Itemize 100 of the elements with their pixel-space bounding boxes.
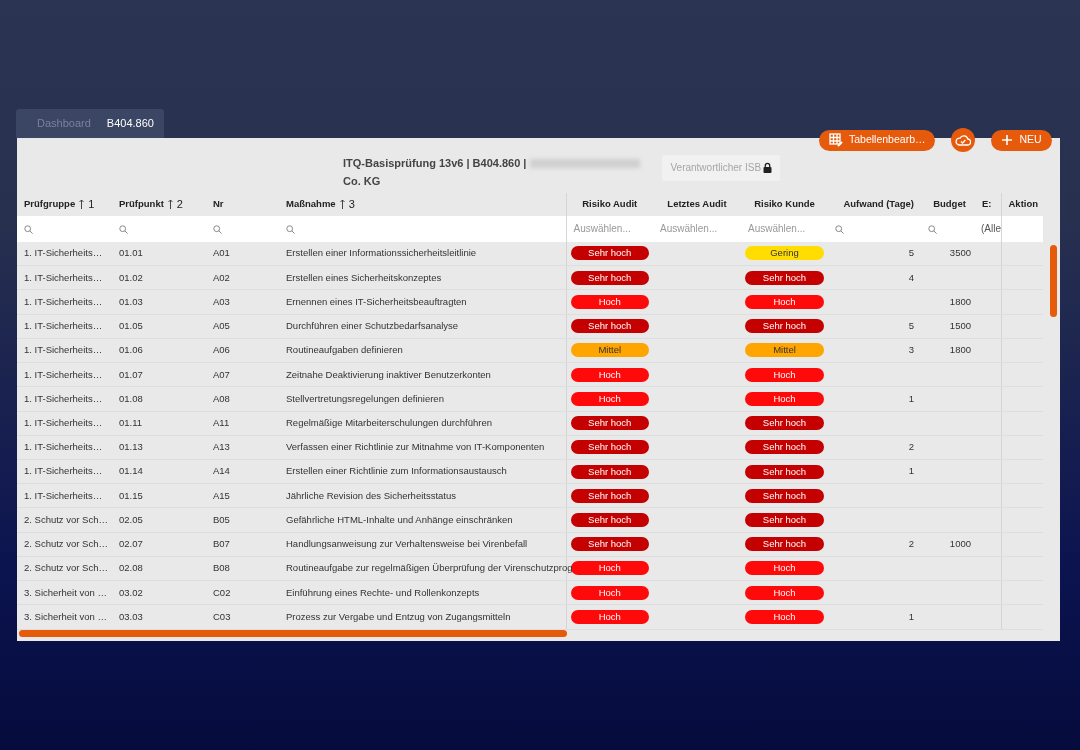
table-cell: 01.15	[119, 489, 143, 501]
table-cell: 01.13	[119, 441, 143, 453]
risk-badge: Sehr hoch	[570, 270, 649, 285]
risk-badge: Sehr hoch	[570, 319, 649, 334]
column-header[interactable]: Prüfgruppe 1	[24, 195, 95, 213]
table-cell: 01.11	[119, 417, 143, 428]
table-cell: Regelmäßige Mitarbeiterschulungen durchführen	[286, 417, 492, 428]
risk-badge: Sehr hoch	[570, 246, 649, 261]
risk-badge: Sehr hoch	[745, 488, 824, 503]
risk-badge: Sehr hoch	[570, 416, 649, 431]
page-title: ITQ-Basisprüfung 13v6 | B404.860 |	[343, 156, 527, 169]
risk-badge: Hoch	[745, 367, 824, 382]
table-cell: 3	[908, 344, 914, 356]
plus-icon	[1001, 134, 1014, 146]
new-button[interactable]: NEU	[991, 129, 1052, 151]
table-cell: 1800	[949, 295, 971, 307]
table-cell: 3. Sicherheit von …	[24, 610, 107, 622]
risk-badge: Sehr hoch	[570, 513, 649, 527]
table-cell: 01.02	[119, 271, 143, 283]
horizontal-scrollbar[interactable]	[19, 629, 567, 637]
table-cell: Durchführen einer Schutzbedarfsanalyse	[286, 320, 459, 332]
risk-badge: Mittel	[745, 343, 824, 358]
column-header[interactable]: Aufwand (Tage)	[843, 196, 914, 212]
table-cell: 01.08	[119, 392, 143, 404]
table-cell: 1500	[949, 320, 971, 332]
table-cell: 1. IT-Sicherheits…	[24, 392, 103, 404]
isb-field[interactable]: Verantwortlicher ISB	[662, 154, 781, 181]
table-cell: A06	[213, 344, 230, 356]
table-cell: 1. IT-Sicherheits…	[24, 344, 103, 356]
column-header[interactable]: E:	[982, 196, 992, 212]
table-cell: 01.06	[119, 344, 143, 356]
table-cell: 1800	[949, 344, 971, 356]
sort-up-icon	[167, 199, 173, 209]
table-cell: A15	[213, 489, 230, 501]
table-cell: B07	[213, 538, 230, 550]
table-cell: A11	[213, 417, 230, 428]
table-cell: 4	[908, 271, 914, 283]
risk-badge: Sehr hoch	[745, 270, 824, 285]
table-cell: Jährliche Revision des Sicherheitsstatus	[286, 489, 457, 501]
table-cell: A08	[213, 392, 230, 404]
table-cell: 02.07	[119, 538, 143, 550]
cloud-sync-button[interactable]	[951, 128, 976, 152]
vertical-scrollbar[interactable]	[1050, 244, 1057, 317]
table-cell: 3. Sicherheit von …	[24, 586, 107, 598]
table-cell: Verfassen einer Richtlinie zur Mitnahme von IT-Komponenten	[286, 441, 545, 453]
table-cell: A13	[213, 441, 230, 453]
table-edit-button[interactable]: Tabellenbearb…	[819, 129, 936, 151]
table-cell: 01.03	[119, 295, 143, 307]
table-cell: 02.08	[119, 562, 143, 574]
table-cell: 01.01	[119, 247, 143, 259]
table-cell: 1	[908, 610, 914, 622]
table-cell: B05	[213, 513, 230, 525]
table-cell: Erstellen einer Richtlinie zum Informationsaustausch	[286, 465, 507, 477]
table-cell: 2. Schutz vor Sch…	[24, 562, 108, 574]
table-cell: 1. IT-Sicherheits…	[24, 489, 103, 501]
column-header[interactable]: Aktion	[1008, 196, 1039, 212]
risk-badge: Sehr hoch	[570, 440, 649, 455]
table-cell: 1. IT-Sicherheits…	[24, 295, 103, 307]
risk-badge: Sehr hoch	[745, 464, 824, 479]
risk-badge: Sehr hoch	[745, 440, 824, 455]
table-cell: 1. IT-Sicherheits…	[24, 320, 103, 332]
risk-badge: Hoch	[745, 609, 824, 624]
column-header[interactable]: Prüfpunkt 2	[119, 195, 183, 213]
table-cell: C03	[213, 610, 231, 622]
column-header[interactable]: Nr	[213, 196, 224, 212]
table-cell: 2	[908, 441, 914, 453]
table-edit-icon	[829, 133, 843, 147]
tab[interactable]: B404.860	[106, 115, 154, 132]
search-icon	[286, 224, 295, 234]
table-cell: 01.05	[119, 320, 143, 332]
table-cell: Handlungsanweisung zur Verhaltensweise bei Virenbefall	[286, 538, 528, 550]
table-cell: 5	[908, 247, 914, 259]
risk-badge: Sehr hoch	[570, 464, 649, 479]
column-header[interactable]: Budget	[933, 196, 966, 212]
table-cell: Erstellen eines Sicherheitskonzeptes	[286, 271, 442, 283]
column-header[interactable]: Risiko Kunde	[754, 196, 815, 212]
table-cell: 1. IT-Sicherheits…	[24, 417, 103, 428]
table-cell: 3500	[949, 247, 971, 259]
column-header[interactable]: Maßnahme 3	[286, 195, 355, 213]
risk-badge: Hoch	[570, 367, 649, 382]
table-cell: 1. IT-Sicherheits…	[24, 368, 103, 380]
table-cell: 5	[908, 320, 914, 332]
table-cell: Zeitnahe Deaktivierung inaktiver Benutzerkonten	[286, 368, 491, 380]
column-header[interactable]: Letztes Audit	[667, 196, 727, 212]
table-cell: Routineaufgabe zur regelmäßigen Überprüfung der Virenschutzprog	[286, 562, 573, 574]
risk-badge: Hoch	[745, 391, 824, 406]
table-cell: A05	[213, 320, 230, 332]
table-cell: Einführung eines Rechte- und Rollenkonzepts	[286, 586, 480, 598]
table-cell: A01	[213, 247, 230, 259]
column-header[interactable]: Risiko Audit	[582, 196, 638, 212]
risk-badge: Hoch	[745, 561, 824, 576]
table-cell: A07	[213, 368, 230, 380]
search-icon	[24, 224, 33, 234]
table-cell: 1. IT-Sicherheits…	[24, 465, 103, 477]
risk-badge: Sehr hoch	[745, 513, 824, 527]
risk-badge: Hoch	[570, 585, 649, 600]
table-cell: C02	[213, 586, 231, 598]
table-cell: A14	[213, 465, 230, 477]
table-cell: 02.05	[119, 513, 143, 525]
sort-up-icon	[79, 199, 85, 209]
